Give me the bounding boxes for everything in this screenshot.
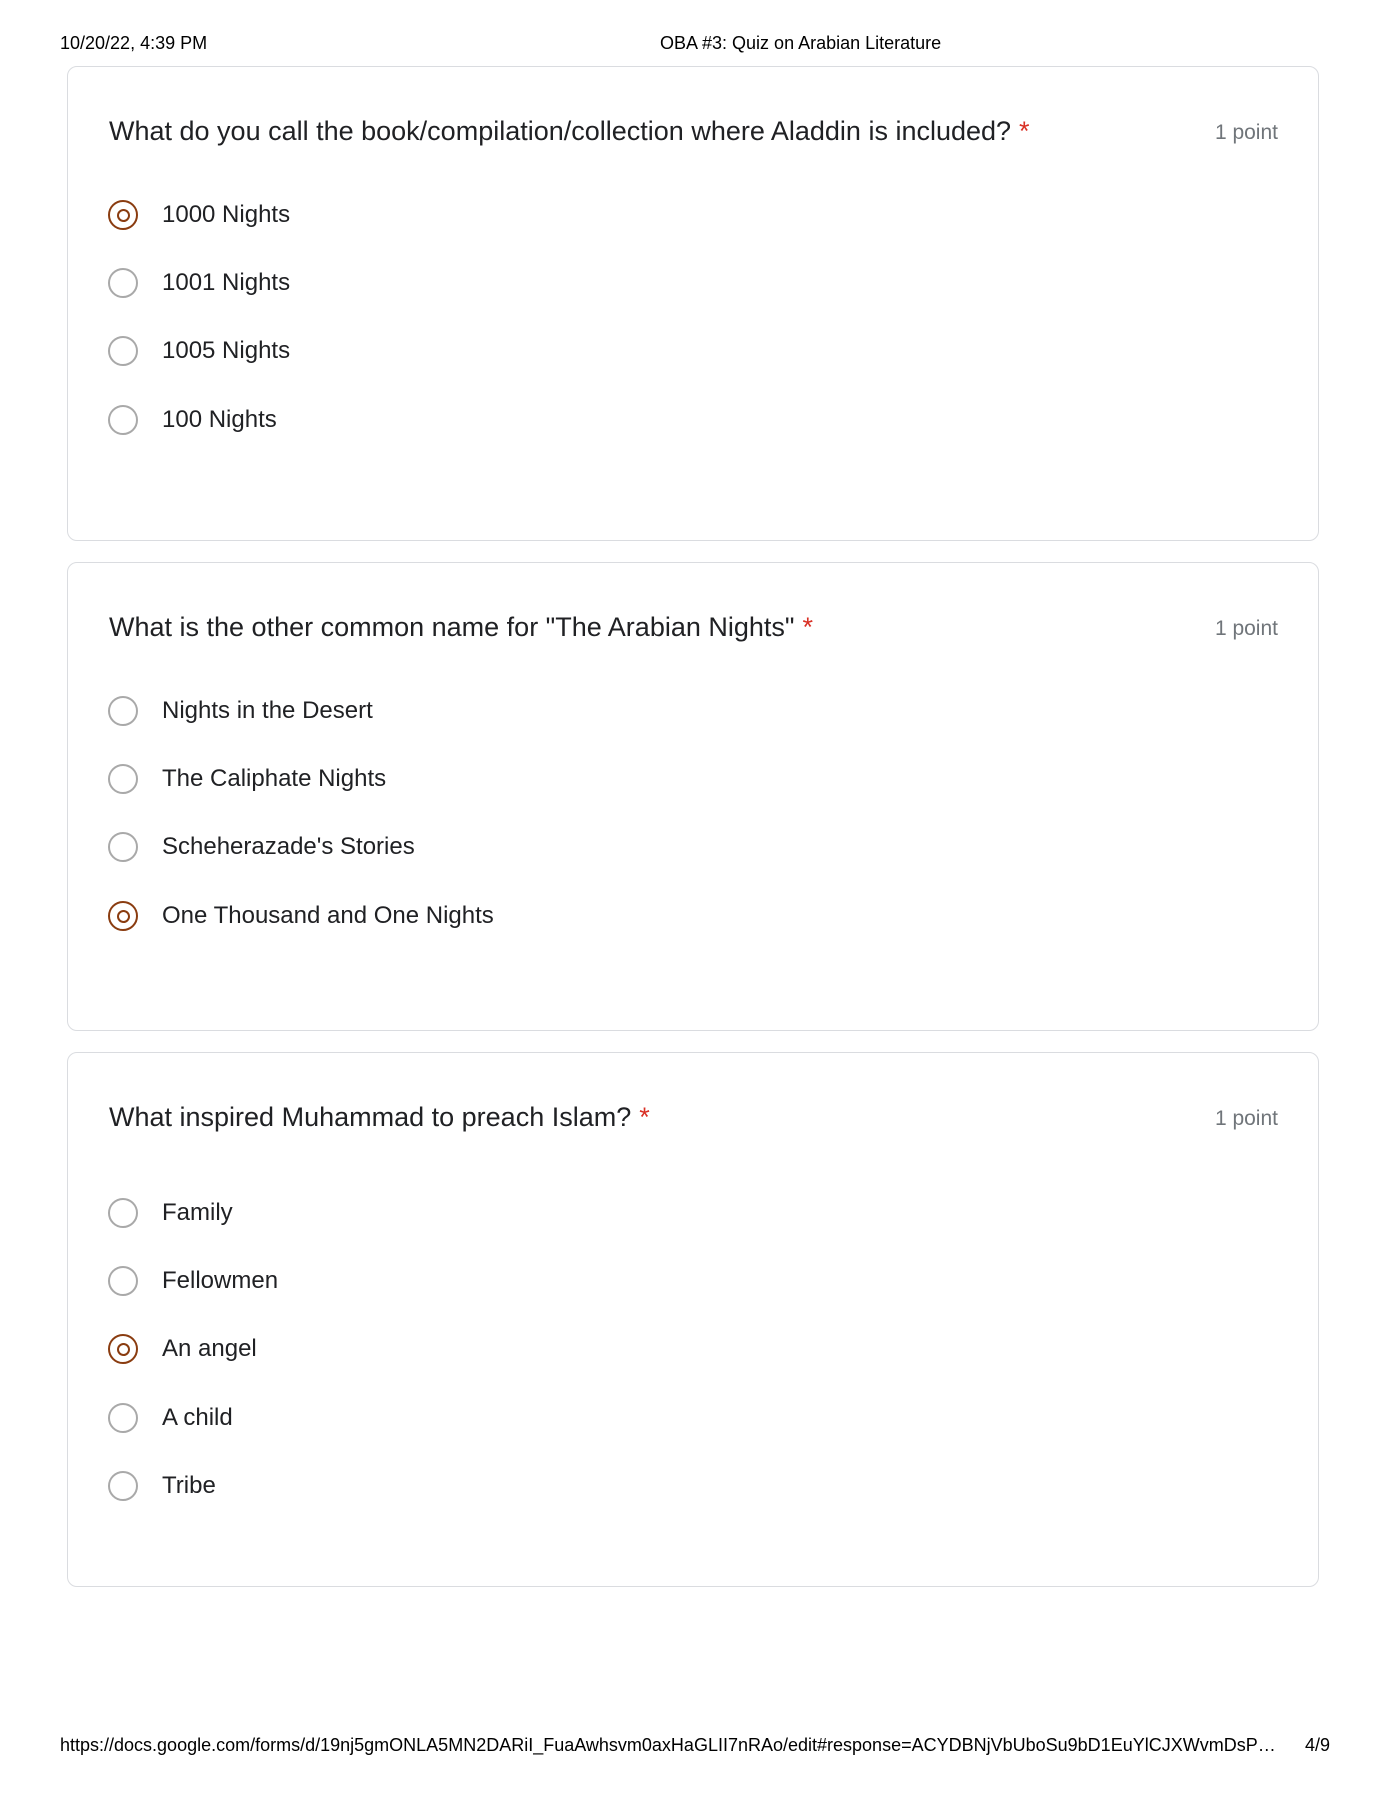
question-card-1: What do you call the book/compilation/co… bbox=[67, 66, 1319, 541]
radio-option[interactable]: Tribe bbox=[108, 1466, 216, 1506]
option-label: A child bbox=[162, 1404, 233, 1431]
radio-option[interactable]: The Caliphate Nights bbox=[108, 759, 386, 799]
radio-button-icon[interactable] bbox=[108, 696, 138, 726]
option-label: Family bbox=[162, 1199, 233, 1226]
required-asterisk: * bbox=[802, 612, 813, 642]
option-label: 100 Nights bbox=[162, 406, 277, 433]
radio-button-icon[interactable] bbox=[108, 405, 138, 435]
radio-button-selected-icon[interactable] bbox=[108, 901, 138, 931]
radio-button-icon[interactable] bbox=[108, 268, 138, 298]
option-label: 1001 Nights bbox=[162, 269, 291, 296]
question-title: What is the other common name for "The A… bbox=[109, 609, 813, 645]
question-text: What inspired Muhammad to preach Islam? bbox=[109, 1102, 632, 1132]
radio-button-icon[interactable] bbox=[108, 832, 138, 862]
radio-button-icon[interactable] bbox=[108, 1198, 138, 1228]
radio-option[interactable]: Family bbox=[108, 1193, 233, 1233]
option-label: Tribe bbox=[162, 1472, 216, 1499]
page-number: 4/9 bbox=[1304, 1735, 1330, 1755]
option-label: 1005 Nights bbox=[162, 337, 291, 364]
radio-option[interactable]: 1000 Nights bbox=[108, 195, 290, 235]
option-label: Scheherazade's Stories bbox=[162, 833, 415, 860]
radio-option[interactable]: A child bbox=[108, 1398, 233, 1438]
radio-button-icon[interactable] bbox=[108, 336, 138, 366]
question-card-2: What is the other common name for "The A… bbox=[67, 562, 1319, 1031]
question-points: 1 point bbox=[1214, 1107, 1278, 1130]
radio-button-selected-icon[interactable] bbox=[108, 200, 138, 230]
question-points: 1 point bbox=[1214, 617, 1278, 640]
radio-option[interactable]: 1005 Nights bbox=[108, 331, 290, 371]
question-text: What is the other common name for "The A… bbox=[109, 612, 795, 642]
print-document-title: OBA #3: Quiz on Arabian Literature bbox=[660, 33, 942, 53]
radio-option[interactable]: Nights in the Desert bbox=[108, 691, 373, 731]
print-url: https://docs.google.com/forms/d/19nj5gmO… bbox=[60, 1735, 1276, 1755]
radio-button-selected-icon[interactable] bbox=[108, 1334, 138, 1364]
option-label: Fellowmen bbox=[162, 1267, 279, 1294]
question-title: What do you call the book/compilation/co… bbox=[109, 113, 1030, 149]
radio-option[interactable]: Fellowmen bbox=[108, 1261, 278, 1301]
radio-option[interactable]: 1001 Nights bbox=[108, 263, 290, 303]
radio-button-icon[interactable] bbox=[108, 764, 138, 794]
question-card-3: What inspired Muhammad to preach Islam? *… bbox=[67, 1052, 1319, 1587]
radio-option[interactable]: 100 Nights bbox=[108, 400, 277, 440]
radio-button-icon[interactable] bbox=[108, 1471, 138, 1501]
question-points: 1 point bbox=[1214, 121, 1278, 144]
radio-option[interactable]: An angel bbox=[108, 1329, 257, 1369]
option-label: 1000 Nights bbox=[162, 201, 291, 228]
option-label: Nights in the Desert bbox=[162, 697, 373, 724]
question-text: What do you call the book/compilation/co… bbox=[109, 116, 1012, 146]
required-asterisk: * bbox=[1019, 116, 1030, 146]
print-footer: https://docs.google.com/forms/d/19nj5gmO… bbox=[60, 1735, 1330, 1759]
radio-button-icon[interactable] bbox=[108, 1403, 138, 1433]
required-asterisk: * bbox=[639, 1102, 650, 1132]
radio-button-icon[interactable] bbox=[108, 1266, 138, 1296]
print-datetime: 10/20/22, 4:39 PM bbox=[60, 33, 208, 53]
print-header: 10/20/22, 4:39 PM OBA #3: Quiz on Arabia… bbox=[60, 33, 1330, 57]
option-label: One Thousand and One Nights bbox=[162, 902, 494, 929]
question-title: What inspired Muhammad to preach Islam? * bbox=[109, 1099, 650, 1135]
radio-option[interactable]: One Thousand and One Nights bbox=[108, 896, 494, 936]
option-label: The Caliphate Nights bbox=[162, 765, 387, 792]
option-label: An angel bbox=[162, 1335, 257, 1362]
radio-option[interactable]: Scheherazade's Stories bbox=[108, 827, 415, 867]
